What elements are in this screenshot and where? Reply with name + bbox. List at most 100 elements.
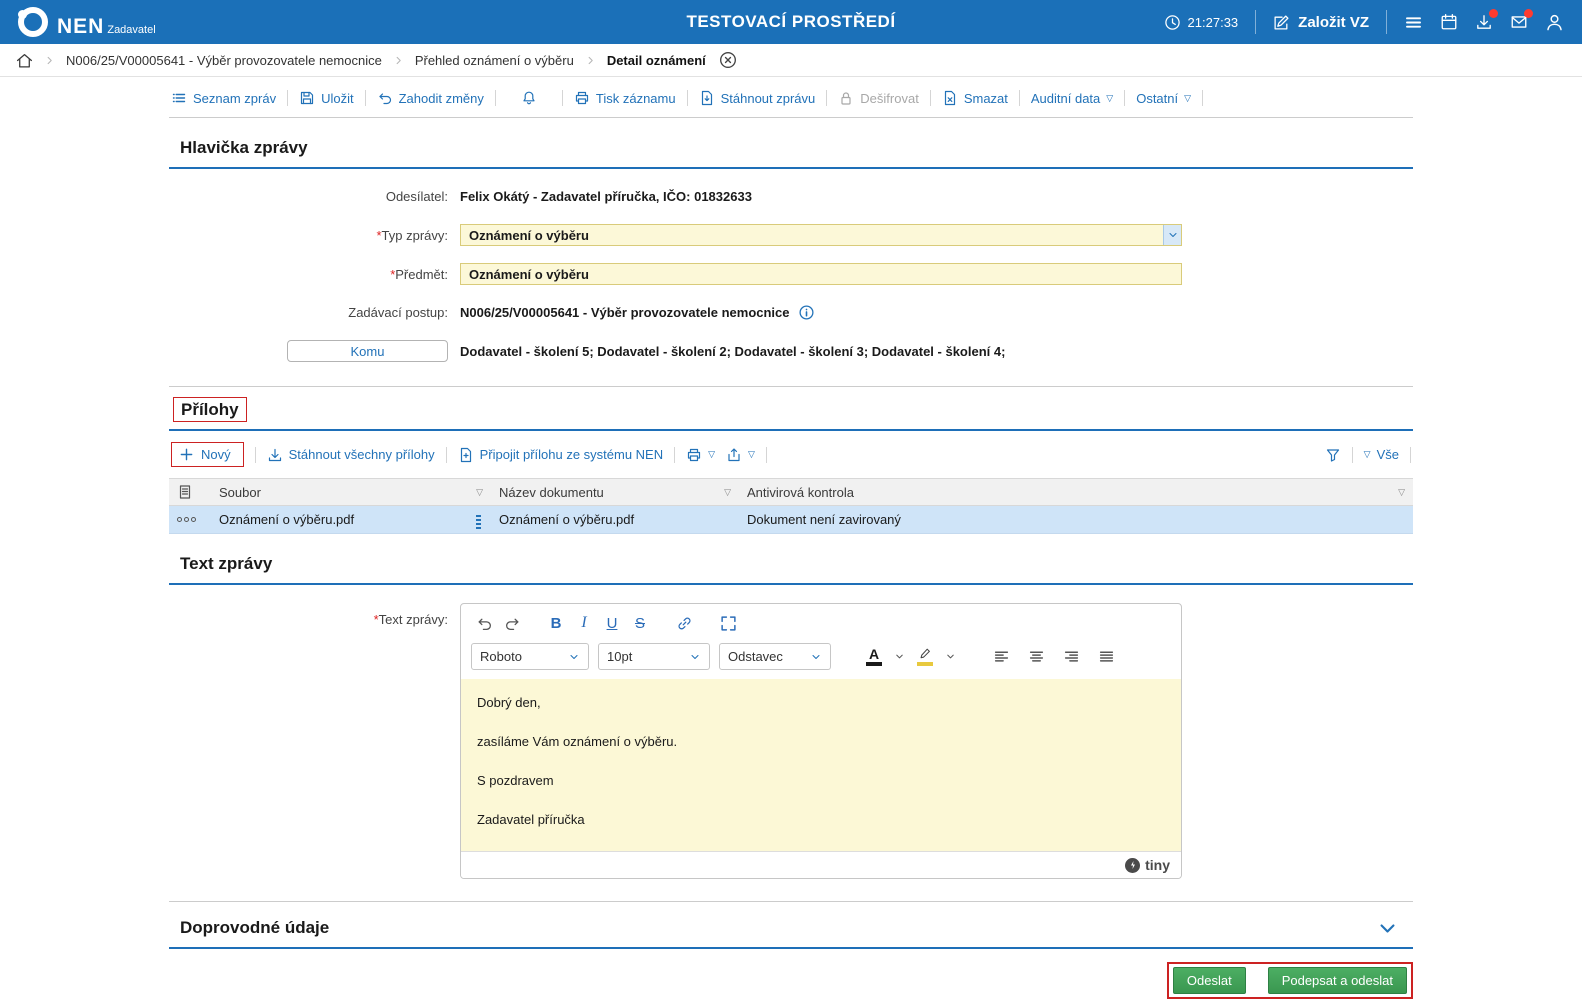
attach-from-nen-button[interactable]: Připojit přílohu ze systému NEN	[458, 447, 663, 463]
environment-title: TESTOVACÍ PROSTŘEDÍ	[686, 12, 896, 31]
funnel-icon	[1325, 447, 1341, 463]
new-attachment-button[interactable]: Nový	[171, 442, 244, 467]
downloads-button[interactable]	[1475, 9, 1498, 31]
italic-button[interactable]: I	[571, 611, 597, 635]
align-left-icon	[993, 648, 1010, 665]
message-type-dropdown[interactable]: Oznámení o výběru	[460, 224, 1182, 246]
expand-section-chevron-icon[interactable]	[1378, 919, 1397, 938]
table-row[interactable]: Oznámení o výběru.pdf Oznámení o výběru.…	[169, 505, 1413, 534]
message-text-label: *Text zprávy:	[373, 612, 448, 627]
row-menu-cell[interactable]	[169, 505, 211, 534]
underline-button[interactable]: U	[599, 611, 625, 635]
info-icon[interactable]	[798, 304, 815, 321]
strikethrough-button[interactable]: S	[627, 611, 653, 635]
row-actions-icon[interactable]	[177, 517, 203, 522]
home-link[interactable]	[16, 52, 33, 69]
breadcrumb-item-overview[interactable]: Přehled oznámení o výběru	[415, 53, 574, 68]
filter-caret-icon[interactable]: ▽	[476, 487, 483, 498]
block-format-select[interactable]: Odstavec	[719, 643, 831, 670]
discard-changes-button[interactable]: Zahodit změny	[377, 90, 484, 106]
align-left-button[interactable]	[988, 645, 1014, 669]
doc-name-cell[interactable]: Oznámení o výběru.pdf	[491, 505, 739, 534]
action-buttons-row: Odeslat Podepsat a odeslat	[169, 962, 1413, 999]
highlighter-icon	[918, 647, 932, 661]
highlight-color-button[interactable]	[914, 647, 936, 666]
message-text-section-head: Text zprávy	[169, 534, 1413, 585]
column-header-doc-name[interactable]: Název dokumentu ▽	[491, 478, 739, 506]
export-icon	[726, 447, 742, 463]
align-justify-button[interactable]	[1093, 645, 1119, 669]
notifications-button[interactable]	[507, 90, 551, 106]
hamburger-icon	[1404, 13, 1423, 32]
dropdown-chevron-icon[interactable]	[1163, 225, 1181, 245]
download-message-button[interactable]: Stáhnout zprávu	[699, 90, 815, 106]
print-record-button[interactable]: Tisk záznamu	[574, 90, 676, 106]
save-button[interactable]: Uložit	[299, 90, 354, 106]
accompanying-section-head[interactable]: Doprovodné údaje	[169, 902, 1413, 949]
chevron-down-icon	[568, 651, 580, 663]
filter-caret-icon[interactable]: ▽	[1398, 487, 1405, 498]
logo-subtitle: Zadavatel	[107, 24, 156, 36]
document-icon	[177, 484, 193, 500]
sign-and-send-button[interactable]: Podepsat a odeslat	[1267, 967, 1407, 994]
section-title-accompanying: Doprovodné údaje	[180, 918, 330, 937]
delete-button[interactable]: Smazat	[942, 90, 1008, 106]
attachments-table: Soubor ▽ Název dokumentu ▽ Antivirová kont…	[169, 478, 1413, 534]
create-vz-button[interactable]: Založit VZ	[1273, 14, 1369, 31]
align-right-button[interactable]	[1058, 645, 1084, 669]
filter-button[interactable]	[1325, 447, 1341, 463]
printer-icon	[686, 447, 702, 463]
list-icon	[171, 90, 187, 106]
editor-paragraph: Zadavatel příručka	[477, 812, 585, 827]
profile-button[interactable]	[1545, 13, 1564, 32]
messages-button[interactable]	[1510, 9, 1533, 31]
message-list-button[interactable]: Seznam zpráv	[171, 90, 276, 106]
close-tab-icon[interactable]	[719, 51, 737, 69]
editor-toolbar-row1: B I U S	[461, 604, 1181, 639]
insert-link-button[interactable]	[671, 611, 697, 635]
clock-icon	[1164, 14, 1181, 31]
text-color-chevron-icon[interactable]	[894, 651, 905, 662]
breadcrumb-item-procedure[interactable]: N006/25/V00005641 - Výběr provozovatele …	[66, 53, 382, 68]
filter-all-dropdown[interactable]: ▽ Vše	[1364, 447, 1399, 462]
breadcrumb-item-current: Detail oznámení	[606, 52, 706, 68]
main-menu-button[interactable]	[1404, 13, 1423, 32]
font-family-select[interactable]: Roboto	[471, 643, 589, 670]
section-title-message-header: Hlavička zprávy	[180, 138, 308, 157]
redo-button[interactable]	[499, 611, 525, 635]
filter-caret-icon[interactable]: ▽	[724, 487, 731, 498]
section-title-message-text: Text zprávy	[180, 554, 273, 573]
bold-button[interactable]: B	[543, 611, 569, 635]
fullscreen-button[interactable]	[715, 611, 741, 635]
export-attachments-button[interactable]: ▽	[726, 447, 755, 463]
message-header-section-head: Hlavička zprávy	[169, 118, 1413, 169]
highlight-color-chevron-icon[interactable]	[945, 651, 956, 662]
session-clock: 21:27:33	[1164, 14, 1238, 31]
caret-down-icon: ▽	[1184, 92, 1192, 103]
bell-icon	[521, 90, 537, 106]
undo-icon	[377, 90, 393, 106]
column-header-file[interactable]: Soubor ▽	[211, 478, 491, 506]
column-header-icon[interactable]	[169, 478, 211, 506]
send-button[interactable]: Odeslat	[1172, 967, 1246, 994]
align-center-button[interactable]	[1023, 645, 1049, 669]
nen-logo[interactable]: NEN Zadavatel	[18, 7, 156, 37]
calendar-button[interactable]	[1440, 13, 1458, 31]
file-cell[interactable]: Oznámení o výběru.pdf	[211, 505, 491, 534]
redo-icon	[504, 615, 521, 632]
audit-data-button[interactable]: Auditní data ▽	[1031, 91, 1113, 106]
rich-text-editor[interactable]: B I U S Roboto 10pt Odstavec A Dobrý den…	[460, 603, 1182, 879]
subject-input[interactable]: Oznámení o výběru	[460, 263, 1182, 285]
editor-paragraph: Dobrý den,	[477, 695, 541, 710]
editor-content[interactable]: Dobrý den, zasíláme Vám oznámení o výběr…	[461, 679, 1181, 851]
column-header-antivirus[interactable]: Antivirová kontrola ▽	[739, 478, 1413, 506]
undo-button[interactable]	[471, 611, 497, 635]
print-attachments-button[interactable]: ▽	[686, 447, 715, 463]
recipients-button[interactable]: Komu	[287, 340, 448, 362]
font-size-select[interactable]: 10pt	[598, 643, 710, 670]
other-button[interactable]: Ostatní ▽	[1136, 91, 1191, 106]
text-color-button[interactable]: A	[863, 647, 885, 666]
drag-handle-icon[interactable]	[476, 518, 481, 521]
download-all-attachments-button[interactable]: Stáhnout všechny přílohy	[267, 447, 435, 463]
home-icon	[16, 52, 33, 69]
